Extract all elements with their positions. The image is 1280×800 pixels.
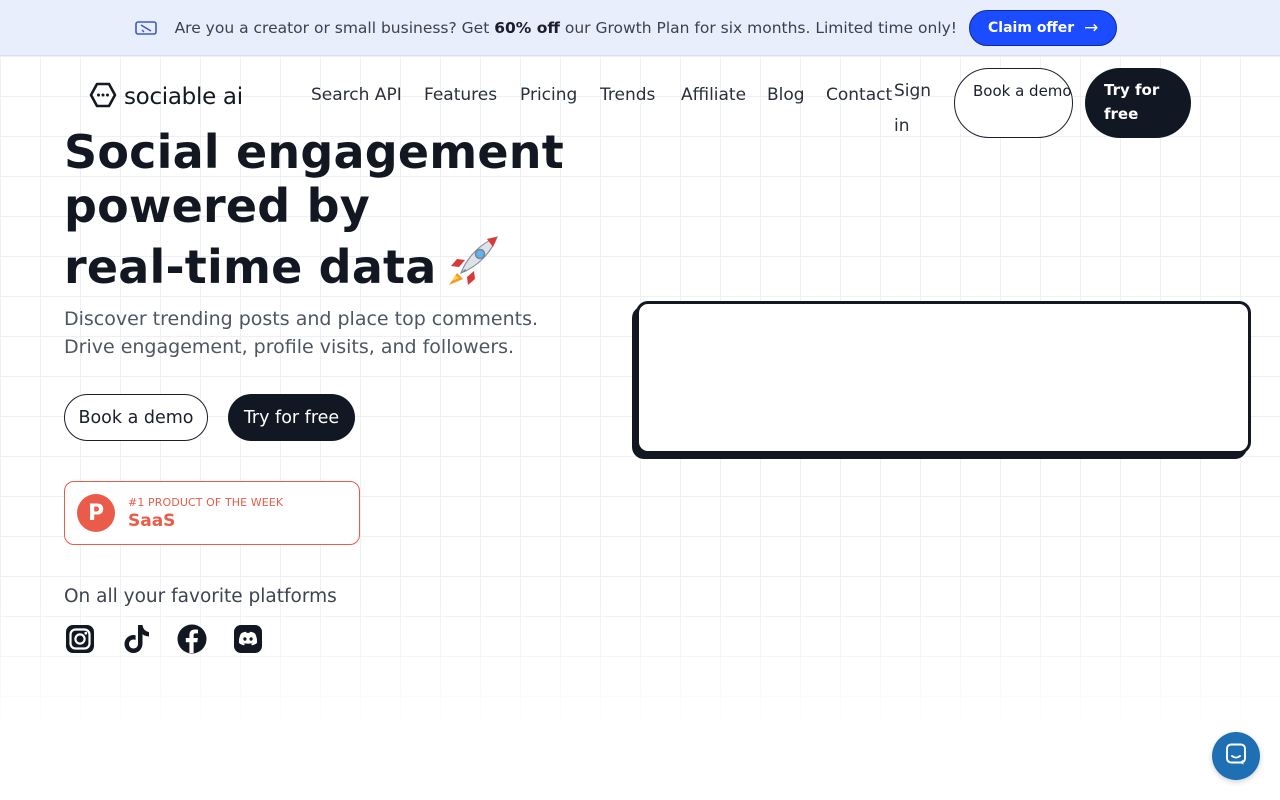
claim-offer-button[interactable]: Claim offer → [969, 9, 1118, 46]
product-hunt-rank: #1 PRODUCT OF THE WEEK [128, 495, 284, 509]
nav-link-pricing[interactable]: Pricing [520, 85, 577, 105]
logo-icon [88, 80, 118, 114]
nav-link-search-api[interactable]: Search API [311, 85, 402, 105]
nav-link-blog[interactable]: Blog [767, 85, 805, 105]
hero-try-free-button[interactable]: Try for free [228, 394, 355, 441]
chat-launcher-button[interactable] [1212, 732, 1260, 780]
nav-book-demo-button[interactable]: Book a demo [954, 68, 1073, 138]
hero-title: Social engagement powered by real-time d… [64, 125, 564, 303]
sign-in-link[interactable]: Sign in [894, 74, 938, 144]
nav-link-trends[interactable]: Trends [600, 85, 655, 105]
discord-icon[interactable] [231, 622, 265, 656]
chat-icon [1224, 742, 1248, 770]
hero-book-demo-button[interactable]: Book a demo [64, 394, 208, 441]
arrow-right-icon: → [1084, 17, 1099, 38]
tiktok-icon[interactable] [119, 622, 153, 656]
product-hunt-icon: P [77, 494, 115, 532]
facebook-icon[interactable] [175, 622, 209, 656]
platforms-label: On all your favorite platforms [64, 586, 337, 607]
logo-text: sociable ai [124, 84, 243, 110]
hero-subtitle: Discover trending posts and place top co… [64, 308, 539, 358]
hero-video-placeholder [636, 301, 1251, 454]
nav-try-free-button[interactable]: Try for free [1085, 68, 1191, 138]
logo[interactable]: sociable ai [88, 80, 243, 114]
ticket-icon [134, 20, 157, 36]
product-hunt-category: SaaS [128, 510, 176, 531]
nav-link-features[interactable]: Features [424, 85, 497, 105]
product-hunt-badge[interactable]: P #1 PRODUCT OF THE WEEK SaaS [64, 481, 360, 545]
promo-highlight: 60% off [494, 18, 560, 37]
nav-link-contact[interactable]: Contact [826, 85, 892, 105]
nav-link-affiliate[interactable]: Affiliate [681, 85, 746, 105]
promo-text: Are you a creator or small business? Get… [174, 18, 958, 37]
instagram-icon[interactable] [63, 622, 97, 656]
product-hunt-text: #1 PRODUCT OF THE WEEK SaaS [128, 496, 283, 531]
promo-banner: Are you a creator or small business? Get… [0, 0, 1280, 56]
rocket-icon [443, 233, 501, 303]
